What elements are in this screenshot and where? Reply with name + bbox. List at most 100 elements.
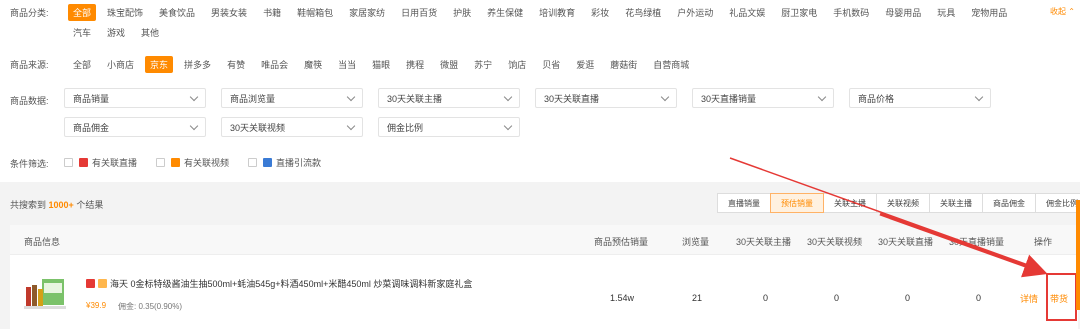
cell-videos: 0 bbox=[834, 293, 840, 303]
filter-select[interactable]: 商品佣金 bbox=[64, 117, 206, 137]
source-chip[interactable]: 京东 bbox=[145, 56, 174, 73]
source-chip[interactable]: 猫眼 bbox=[367, 56, 395, 73]
result-count: 共搜索到 1000+ 个结果 bbox=[10, 198, 103, 211]
sort-tab[interactable]: 关联视频 bbox=[876, 193, 930, 213]
checkbox-video-label: 有关联视频 bbox=[184, 158, 230, 168]
detail-link[interactable]: 详情 bbox=[1020, 292, 1038, 305]
result-prefix: 共搜索到 bbox=[10, 200, 47, 210]
category-chip[interactable]: 花鸟绿植 bbox=[620, 4, 666, 21]
category-chip[interactable]: 家居家纺 bbox=[344, 4, 390, 21]
category-chip[interactable]: 母婴用品 bbox=[880, 4, 926, 21]
category-chip[interactable]: 户外运动 bbox=[672, 4, 718, 21]
source-chip[interactable]: 爱逛 bbox=[571, 56, 599, 73]
source-chip[interactable]: 贝省 bbox=[537, 56, 565, 73]
highlight-box bbox=[1046, 273, 1077, 321]
source-chip[interactable]: 拼多多 bbox=[179, 56, 216, 73]
category-chip[interactable]: 养生保健 bbox=[482, 4, 528, 21]
source-chip[interactable]: 饷店 bbox=[503, 56, 531, 73]
filter-select[interactable]: 佣金比例 bbox=[378, 117, 520, 137]
chevron-down-icon bbox=[189, 92, 199, 102]
checkbox-box[interactable] bbox=[64, 158, 73, 167]
filter-select[interactable]: 商品价格 bbox=[849, 88, 991, 108]
source-chip[interactable]: 苏宁 bbox=[469, 56, 497, 73]
category-row: 商品分类: 全部 珠宝配饰 美食饮品 男装女装 书籍 鞋帽箱包 家居家纺 日用百货 护肤 养生保健… bbox=[10, 4, 1018, 21]
scrollbar[interactable] bbox=[1076, 200, 1080, 310]
sort-tab[interactable]: 佣金比例 bbox=[1035, 193, 1080, 213]
data-filter-label: 商品数据: bbox=[10, 96, 49, 106]
category-chip[interactable]: 宠物用品 bbox=[966, 4, 1012, 21]
product-image[interactable] bbox=[24, 273, 66, 311]
sort-tab[interactable]: 关联主播 bbox=[823, 193, 877, 213]
category-chip[interactable]: 其他 bbox=[136, 24, 164, 41]
source-chip[interactable]: 唯品会 bbox=[256, 56, 293, 73]
category-chip[interactable]: 男装女装 bbox=[206, 4, 252, 21]
condition-label: 条件筛选: bbox=[10, 159, 49, 169]
traffic-icon bbox=[263, 158, 272, 167]
category-chip[interactable]: 彩妆 bbox=[586, 4, 614, 21]
category-chip[interactable]: 珠宝配饰 bbox=[102, 4, 148, 21]
category-chip[interactable]: 全部 bbox=[68, 4, 97, 21]
sort-tab[interactable]: 商品佣金 bbox=[982, 193, 1036, 213]
product-title-text[interactable]: 海天 0金标特级酱油生抽500ml+蚝油545g+料酒450ml+米醋450ml… bbox=[110, 277, 472, 290]
source-label: 商品来源: bbox=[10, 60, 49, 70]
checkbox-box[interactable] bbox=[248, 158, 257, 167]
sort-tab[interactable]: 预估销量 bbox=[770, 193, 824, 213]
source-chip[interactable]: 微盟 bbox=[435, 56, 463, 73]
product-commission: 佣金: 0.35(0.90%) bbox=[118, 302, 183, 311]
filter-select[interactable]: 30天关联直播 bbox=[535, 88, 677, 108]
category-chip[interactable]: 厨卫家电 bbox=[776, 4, 822, 21]
source-chip[interactable]: 自营商城 bbox=[648, 56, 694, 73]
cell-lives: 0 bbox=[905, 293, 911, 303]
result-number: 1000+ bbox=[48, 200, 74, 210]
source-chip[interactable]: 蘑菇街 bbox=[605, 56, 642, 73]
chevron-down-icon bbox=[503, 92, 513, 102]
source-chip[interactable]: 携程 bbox=[401, 56, 429, 73]
filter-select[interactable]: 商品浏览量 bbox=[221, 88, 363, 108]
checkbox-traffic[interactable]: 直播引流款 bbox=[248, 156, 321, 169]
sort-tabs: 直播销量 预估销量 关联主播 关联视频 关联主播 商品佣金 佣金比例 bbox=[717, 193, 1080, 213]
th-est-sales: 商品预估销量 bbox=[594, 237, 649, 247]
cell-live-sales: 0 bbox=[976, 293, 982, 303]
shop-icon bbox=[98, 279, 107, 288]
category-chip[interactable]: 游戏 bbox=[102, 24, 130, 41]
source-chip[interactable]: 当当 bbox=[333, 56, 361, 73]
jd-icon bbox=[86, 279, 95, 288]
product-title[interactable]: 海天 0金标特级酱油生抽500ml+蚝油545g+料酒450ml+米醋450ml… bbox=[86, 277, 472, 290]
checkbox-live[interactable]: 有关联直播 bbox=[64, 156, 137, 169]
category-chip[interactable]: 书籍 bbox=[258, 4, 286, 21]
filter-select-label: 30天关联视频 bbox=[230, 122, 286, 133]
category-chip[interactable]: 鞋帽箱包 bbox=[292, 4, 338, 21]
product-price: ¥39.9 bbox=[86, 301, 107, 310]
category-label: 商品分类: bbox=[10, 8, 49, 18]
source-chip[interactable]: 魔筷 bbox=[299, 56, 327, 73]
filter-select[interactable]: 30天关联视频 bbox=[221, 117, 363, 137]
chevron-down-icon bbox=[189, 121, 199, 131]
category-chip[interactable]: 护肤 bbox=[448, 4, 476, 21]
category-chip[interactable]: 玩具 bbox=[932, 4, 960, 21]
source-chip[interactable]: 有赞 bbox=[222, 56, 250, 73]
category-chip[interactable]: 手机数码 bbox=[828, 4, 874, 21]
source-chip[interactable]: 全部 bbox=[68, 56, 96, 73]
filter-select[interactable]: 商品销量 bbox=[64, 88, 206, 108]
checkbox-box[interactable] bbox=[156, 158, 165, 167]
category-chip[interactable]: 汽车 bbox=[68, 24, 96, 41]
source-row: 商品来源: 全部 小商店 京东 拼多多 有赞 唯品会 魔筷 当当 猫眼 携程 微盟 苏宁 饷店 贝省 爱逛蘑… bbox=[10, 56, 700, 73]
category-chip[interactable]: 礼品文娱 bbox=[724, 4, 770, 21]
table-header: 商品信息 商品预估销量 浏览量 30天关联主播 30天关联视频 30天关联直播 … bbox=[10, 225, 1078, 255]
category-chip[interactable]: 美食饮品 bbox=[154, 4, 200, 21]
category-chip[interactable]: 日用百货 bbox=[396, 4, 442, 21]
filter-select[interactable]: 30天直播销量 bbox=[692, 88, 834, 108]
chevron-down-icon bbox=[817, 92, 827, 102]
filter-select-label: 商品销量 bbox=[73, 93, 110, 104]
collapse-link[interactable]: 收起 ⌃ bbox=[1050, 6, 1075, 17]
sort-tab[interactable]: 直播销量 bbox=[717, 193, 771, 213]
filter-select[interactable]: 30天关联主播 bbox=[378, 88, 520, 108]
sort-tab[interactable]: 关联主播 bbox=[929, 193, 983, 213]
chevron-down-icon bbox=[660, 92, 670, 102]
filter-select-label: 30天直播销量 bbox=[701, 93, 757, 104]
th-live-sales: 30天直播销量 bbox=[949, 237, 1005, 247]
th-videos: 30天关联视频 bbox=[807, 237, 863, 247]
category-chip[interactable]: 培训教育 bbox=[534, 4, 580, 21]
source-chip[interactable]: 小商店 bbox=[102, 56, 139, 73]
checkbox-video[interactable]: 有关联视频 bbox=[156, 156, 229, 169]
